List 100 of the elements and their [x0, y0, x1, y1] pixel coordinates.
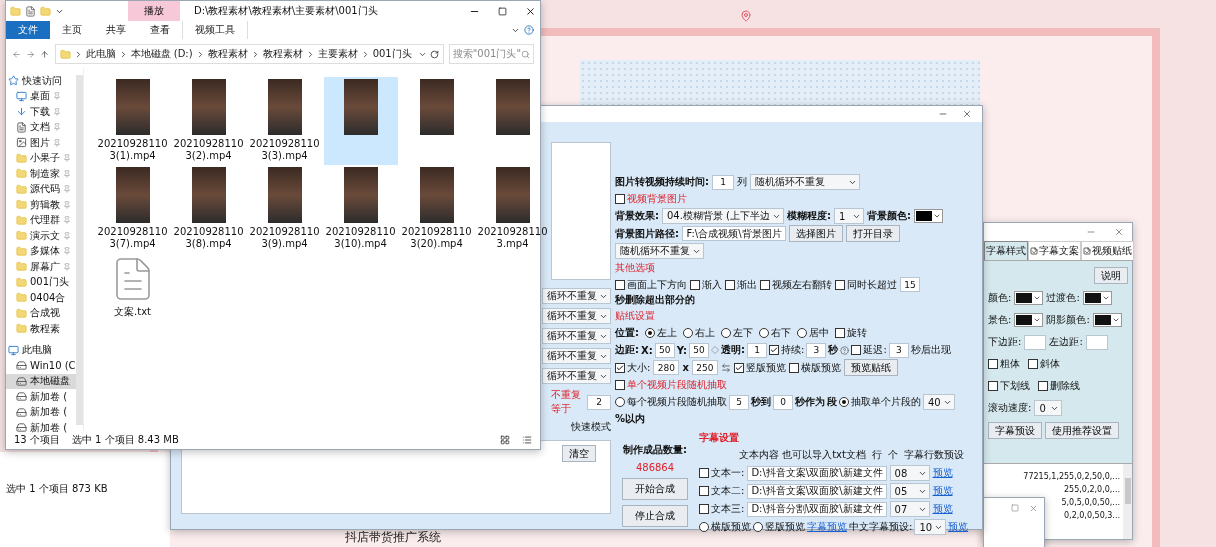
checkbox[interactable] — [1038, 381, 1048, 391]
radio-label[interactable]: 竖版预览 — [765, 520, 805, 534]
scrollbar[interactable] — [1123, 464, 1132, 539]
breadcrumb-item[interactable]: 主要素材 — [317, 47, 358, 61]
dropdown[interactable]: 0 — [1034, 400, 1063, 416]
checkbox-label[interactable]: 文本二: — [711, 484, 745, 498]
text-field[interactable] — [1085, 334, 1108, 350]
radio-label[interactable]: 左上 — [657, 326, 677, 340]
checkbox[interactable] — [835, 328, 845, 338]
checkbox-label[interactable]: 下划线 — [1000, 379, 1030, 393]
nav-item[interactable]: 代理群 — [6, 212, 76, 228]
dropdown[interactable]: 04.模糊背景 (上下半边 — [662, 208, 784, 224]
nav-item[interactable]: 多媒体 — [6, 243, 76, 259]
path-field[interactable]: D:\抖音文案\双面胶\新建文件 — [747, 465, 887, 481]
number-field[interactable]: 50 — [654, 342, 675, 358]
start-button[interactable]: 开始合成 — [622, 478, 688, 500]
text-field[interactable] — [1024, 334, 1047, 350]
nav-item[interactable]: Win10 (C — [6, 358, 76, 374]
nav-item[interactable]: 源代码 — [6, 181, 76, 197]
nav-item[interactable]: 此电脑 — [6, 342, 76, 358]
scrollbar[interactable] — [75, 75, 83, 425]
dropdown[interactable]: 循环不重复 — [542, 328, 611, 344]
dropdown[interactable]: 07 — [889, 501, 930, 517]
checkbox-label[interactable]: 文本三: — [711, 502, 745, 516]
checkbox-label[interactable]: 延迟: — [863, 343, 887, 357]
radio-button[interactable] — [759, 328, 769, 338]
file-tile[interactable]: 202109281103(1).mp4 — [95, 77, 170, 165]
checkbox-label[interactable]: 横版预览 — [800, 360, 841, 375]
checkbox[interactable] — [699, 504, 709, 514]
tab[interactable]: 字幕文案 — [1028, 241, 1081, 260]
nav-item[interactable]: 新加卷 ( — [6, 389, 76, 405]
choose-button[interactable]: 选择图片 — [789, 225, 843, 242]
refresh-icon[interactable] — [429, 49, 439, 59]
radio-label[interactable]: 右上 — [695, 326, 715, 340]
stop-button[interactable]: 停止合成 — [622, 505, 688, 527]
color-picker[interactable] — [1014, 313, 1044, 327]
dropdown[interactable]: 循环不重复 — [542, 348, 611, 364]
checkbox-label[interactable]: 文本一: — [711, 466, 745, 480]
file-tile[interactable]: 202109281103(10).mp4 — [323, 165, 398, 253]
radio-label[interactable]: 左下 — [733, 326, 753, 340]
radio-button[interactable] — [839, 397, 849, 407]
checkbox[interactable] — [690, 279, 700, 290]
checkbox[interactable] — [988, 359, 998, 369]
dropdown[interactable]: 循环不重复 — [542, 288, 611, 304]
tab[interactable]: 字幕样式 — [984, 241, 1028, 260]
nav-item[interactable]: 教程素 — [6, 321, 76, 337]
dropdown[interactable]: 循环不重复 — [542, 308, 611, 324]
checkbox-label[interactable]: 视频左右翻转 — [772, 277, 832, 292]
nav-item[interactable]: 0404合 — [6, 290, 76, 306]
file-tile[interactable]: 202109281103.mp4 — [475, 165, 550, 253]
checkbox[interactable] — [988, 381, 998, 391]
checkbox[interactable] — [851, 345, 862, 355]
checkbox-label[interactable]: 粗体 — [1000, 357, 1020, 371]
radio-label[interactable]: 每个视频片段随机抽取 — [627, 395, 727, 409]
maximize-icon[interactable] — [498, 6, 507, 16]
nav-item[interactable]: 桌面 — [6, 88, 76, 104]
color-picker[interactable] — [1092, 313, 1122, 327]
document-icon[interactable] — [25, 5, 36, 17]
nav-item[interactable]: 图片 — [6, 135, 76, 151]
number-field[interactable]: 280 — [653, 360, 680, 375]
checkbox[interactable] — [769, 345, 780, 355]
file-tile[interactable]: 文案.txt — [95, 253, 170, 341]
radio-button[interactable] — [721, 328, 731, 338]
list-view-icon[interactable] — [522, 435, 532, 445]
path-field[interactable]: F:\合成视频\背景图片 — [682, 226, 786, 241]
radio-label[interactable]: 右下 — [771, 326, 791, 340]
checkbox-label[interactable]: 持续: — [781, 343, 805, 357]
checkbox[interactable] — [760, 279, 770, 290]
radio-button[interactable] — [797, 328, 807, 338]
ribbon-tab[interactable]: 文件 — [6, 21, 50, 39]
checkbox-label[interactable]: 斜体 — [1040, 357, 1060, 371]
breadcrumb-item[interactable]: 001门头 — [372, 47, 412, 61]
nav-item[interactable]: 新加卷 ( — [6, 420, 76, 436]
number-field[interactable]: 50 — [689, 342, 710, 358]
dropdown[interactable]: 10 — [914, 519, 947, 535]
dropdown[interactable]: 1 — [834, 208, 864, 224]
number-field[interactable]: 1 — [747, 342, 768, 358]
breadcrumb-item[interactable]: 本地磁盘 (D:) — [130, 47, 193, 61]
number-field[interactable]: 5 — [729, 394, 749, 410]
checkbox[interactable] — [699, 468, 709, 478]
address-bar[interactable]: 此电脑 本地磁盘 (D:) 教程素材 教程素材 主要素材 001门头 — [54, 44, 444, 64]
number-field[interactable]: 15 — [900, 277, 920, 292]
radio-label[interactable]: 居中 — [809, 326, 829, 340]
nav-item[interactable]: 小果子 — [6, 150, 76, 166]
breadcrumb-item[interactable]: 教程素材 — [262, 47, 303, 61]
checkbox[interactable] — [699, 486, 709, 496]
context-tab[interactable]: 播放 — [128, 1, 180, 21]
preview-link[interactable]: 预览 — [932, 484, 953, 498]
checkbox-label[interactable]: 同时长超过 — [847, 277, 897, 292]
radio-label[interactable]: 抽取单个片段的 — [851, 395, 921, 409]
file-tile[interactable]: 202109281103(8).mp4 — [171, 165, 246, 253]
radio-label[interactable]: 横版预览 — [711, 520, 751, 534]
checkbox-label[interactable]: 渐入 — [702, 277, 722, 292]
nav-item[interactable]: 下载 — [6, 104, 76, 120]
checkbox[interactable] — [615, 279, 625, 290]
nav-item[interactable]: 新加卷 ( — [6, 404, 76, 420]
dropdown[interactable]: 08 — [889, 465, 930, 481]
nav-item[interactable]: 屏幕广 — [6, 259, 76, 275]
number-field[interactable]: 0 — [773, 394, 793, 410]
file-tile[interactable]: 202109281103(3).mp4 — [247, 77, 322, 165]
